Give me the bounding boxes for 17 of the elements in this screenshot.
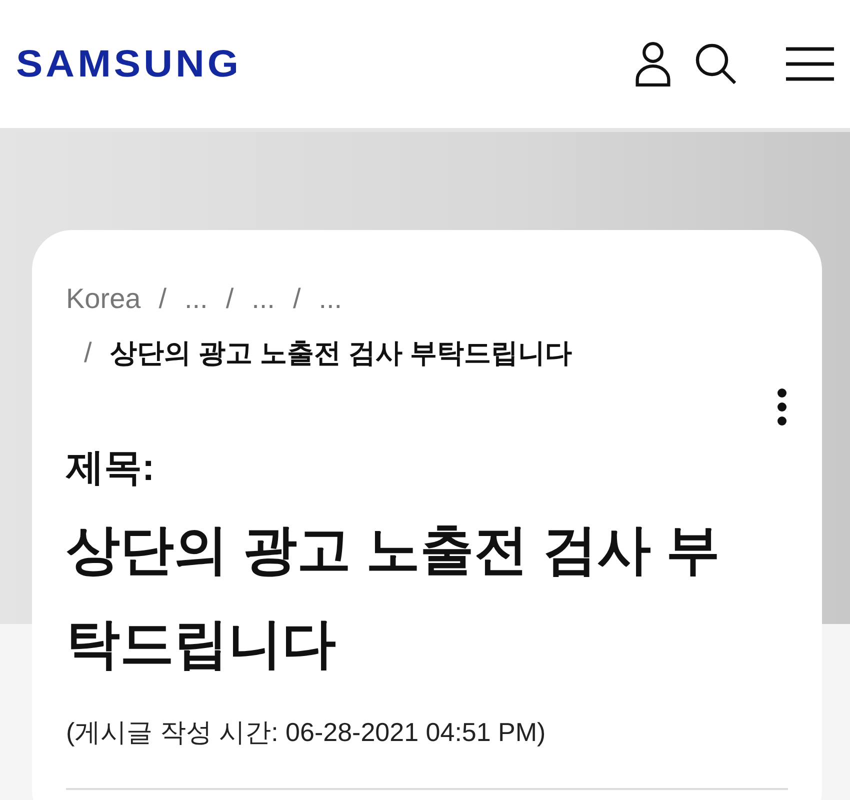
post-timestamp: (게시글 작성 시간: 06-28-2021 04:51 PM): [66, 716, 547, 749]
breadcrumb-link[interactable]: ...: [252, 278, 275, 320]
breadcrumb-link[interactable]: Korea: [66, 278, 141, 320]
logo[interactable]: SAMSUNG: [16, 36, 242, 92]
breadcrumb-link[interactable]: 상단의 광고 노출전 검사 부탁드립니다: [110, 332, 572, 374]
post-title: 상단의 광고 노출전 검사 부탁드립니다: [66, 519, 722, 676]
breadcrumb-link[interactable]: ...: [318, 278, 342, 320]
breadcrumb-link[interactable]: ...: [184, 278, 208, 320]
more-options-icon[interactable]: [776, 388, 788, 426]
subject-label: 제목:: [66, 446, 156, 491]
menu-icon[interactable]: [786, 46, 834, 82]
breadcrumb-separator: /: [158, 282, 168, 316]
breadcrumb-separator: /: [83, 336, 93, 370]
search-icon[interactable]: [694, 42, 738, 86]
breadcrumb-separator: /: [292, 282, 302, 316]
breadcrumb-separator: /: [224, 282, 235, 316]
account-icon[interactable]: [634, 41, 672, 87]
